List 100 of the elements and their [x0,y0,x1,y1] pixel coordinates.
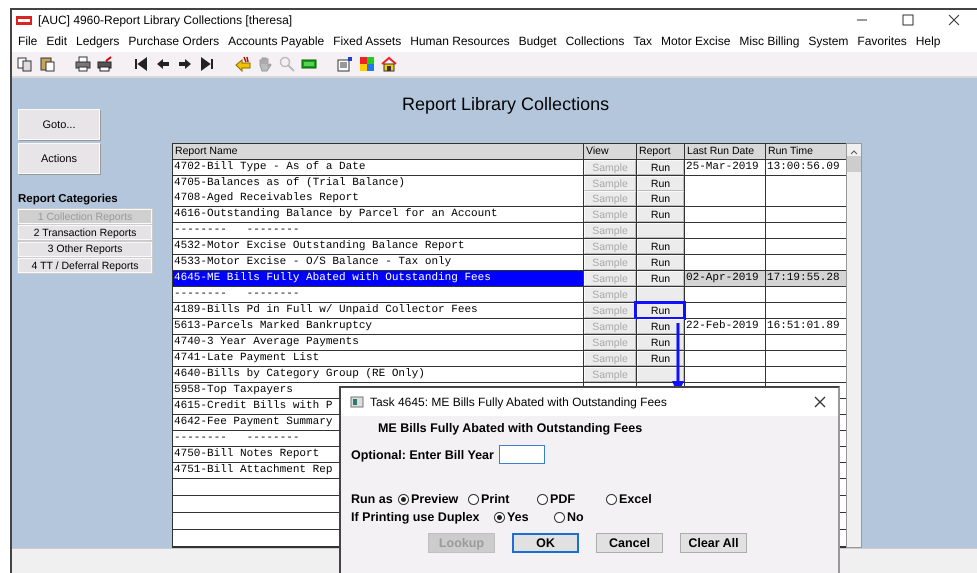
category-button[interactable]: 4 TT / Deferral Reports [18,258,152,274]
radio-button[interactable] [398,494,409,504]
page-title: Report Library Collections [401,94,610,115]
menu-item[interactable]: System [808,34,848,48]
dialog-heading: ME Bills Fully Abated with Outstanding Fees [378,421,644,435]
print-export-icon[interactable] [97,56,113,72]
scrollbar[interactable] [846,143,862,548]
menu-item[interactable]: Human Resources [410,34,510,48]
report-name[interactable]: 5613-Parcels Marked Bankruptcy [173,319,583,334]
close-icon[interactable] [814,396,826,408]
menu-item[interactable]: File [18,34,38,48]
category-button[interactable]: 2 Transaction Reports [18,225,152,240]
section-heading: Report Categories [18,193,119,205]
previous-icon[interactable] [155,56,171,72]
run-button[interactable]: Run [637,207,684,222]
radio-button[interactable] [606,494,617,504]
run-button[interactable]: Run [637,319,684,334]
radio-button[interactable] [468,494,479,504]
home-icon[interactable] [381,56,397,72]
side-button[interactable]: Actions [18,143,100,174]
dialog-button[interactable]: OK [512,533,579,553]
menu-item[interactable]: Ledgers [76,34,120,48]
run-button[interactable]: Run [637,176,684,191]
close-icon[interactable] [948,14,960,26]
column-header: Report [637,144,685,159]
report-name[interactable]: -------- -------- [173,223,583,238]
menu-item[interactable]: Motor Excise [661,34,730,48]
date-cell-text: 22-Feb-2019 [685,319,760,334]
date-cell-text: 02-Apr-2019 [685,271,760,286]
option-label: PDF [550,492,575,506]
blank-button[interactable] [637,287,684,302]
next-icon[interactable] [177,56,193,72]
report-name[interactable]: 4532-Motor Excise Outstanding Balance Report [173,239,583,254]
print-icon[interactable] [75,56,91,72]
run-button[interactable]: Run [637,255,684,270]
exit-arrow-icon[interactable] [235,56,251,72]
app-logo-icon [16,16,32,24]
scroll-thumb[interactable] [847,156,861,172]
option-label: Yes [507,510,529,524]
run-button[interactable]: Run [637,351,684,366]
properties-icon[interactable] [337,56,353,72]
copy-icon[interactable] [17,56,33,72]
run-button[interactable]: Run [637,271,684,286]
column-header: View [584,144,637,159]
first-icon[interactable] [133,56,149,72]
menu-item[interactable]: Collections [566,34,624,48]
report-name[interactable]: 4705-Balances as of (Trial Balance) [173,176,583,191]
menu-item[interactable]: Edit [46,34,68,48]
window-icon [350,396,364,408]
radio-button[interactable] [537,494,548,504]
field-label: If Printing use Duplex [351,510,480,524]
field-label: Optional: Enter Bill Year [351,448,494,462]
report-name[interactable]: 4708-Aged Receivables Report [173,191,583,206]
report-name[interactable]: 4645-ME Bills Fully Abated with Outstanding Fees [173,271,583,286]
menu-item[interactable]: Budget [518,34,557,48]
report-name[interactable]: -------- -------- [173,287,583,302]
dialog-title: Task 4645: ME Bills Fully Abated with Outstanding Fees [370,395,668,409]
option-label: Excel [619,492,652,506]
menu-item[interactable]: Favorites [857,34,907,48]
menu-item[interactable]: Help [916,34,940,48]
menu-item[interactable]: Purchase Orders [128,34,220,48]
report-name[interactable]: 4702-Bill Type - As of a Date [173,160,583,175]
dialog-button[interactable]: Cancel [596,533,663,553]
menu-item[interactable]: Fixed Assets [333,34,402,48]
category-button[interactable]: 3 Other Reports [18,242,152,257]
report-name[interactable]: 4740-3 Year Average Payments [173,335,583,350]
option-label: No [567,510,584,524]
paste-icon[interactable] [39,56,55,72]
option-label: Print [481,492,510,506]
scroll-up-icon[interactable] [850,149,858,155]
report-name[interactable]: 4741-Late Payment List [173,351,583,366]
side-button[interactable]: Goto... [18,109,100,140]
blank-button[interactable] [637,367,684,382]
maximize-icon[interactable] [902,14,914,26]
run-button[interactable]: Run [637,335,684,350]
run-button[interactable]: Run [637,303,684,318]
window-title: [AUC] 4960-Report Library Collections [theresa] [38,13,294,27]
menu-item[interactable]: Tax [633,34,652,48]
field-label: Run as [351,492,394,506]
dialog-button[interactable]: Clear All [680,533,747,553]
report-name[interactable]: 4640-Bills by Category Group (RE Only) [173,367,583,382]
run-button[interactable]: Run [637,239,684,254]
radio-button[interactable] [494,512,505,522]
radio-button[interactable] [554,512,565,522]
time-cell-text: 13:00:56.09 [766,160,841,175]
column-header: Report Name [173,144,584,159]
menu-item[interactable]: Misc Billing [739,34,800,48]
time-cell-text: 17:19:55.28 [766,271,841,286]
report-name[interactable]: 4616-Outstanding Balance by Parcel for an Account [173,207,583,222]
run-button[interactable]: Run [637,160,684,175]
last-icon[interactable] [199,56,215,72]
option-label: Preview [411,492,458,506]
report-name[interactable]: 4533-Motor Excise - O/S Balance - Tax only [173,255,583,270]
menu-item[interactable]: Accounts Payable [228,34,324,48]
report-name[interactable]: 4189-Bills Pd in Full w/ Unpaid Collector Fees [173,303,583,318]
date-cell-text: 25-Mar-2019 [685,160,760,175]
color-squares-icon[interactable] [359,56,375,72]
run-button[interactable]: Run [637,191,684,206]
bill-year-field[interactable] [498,445,545,464]
column-header: Last Run Date [685,144,766,159]
